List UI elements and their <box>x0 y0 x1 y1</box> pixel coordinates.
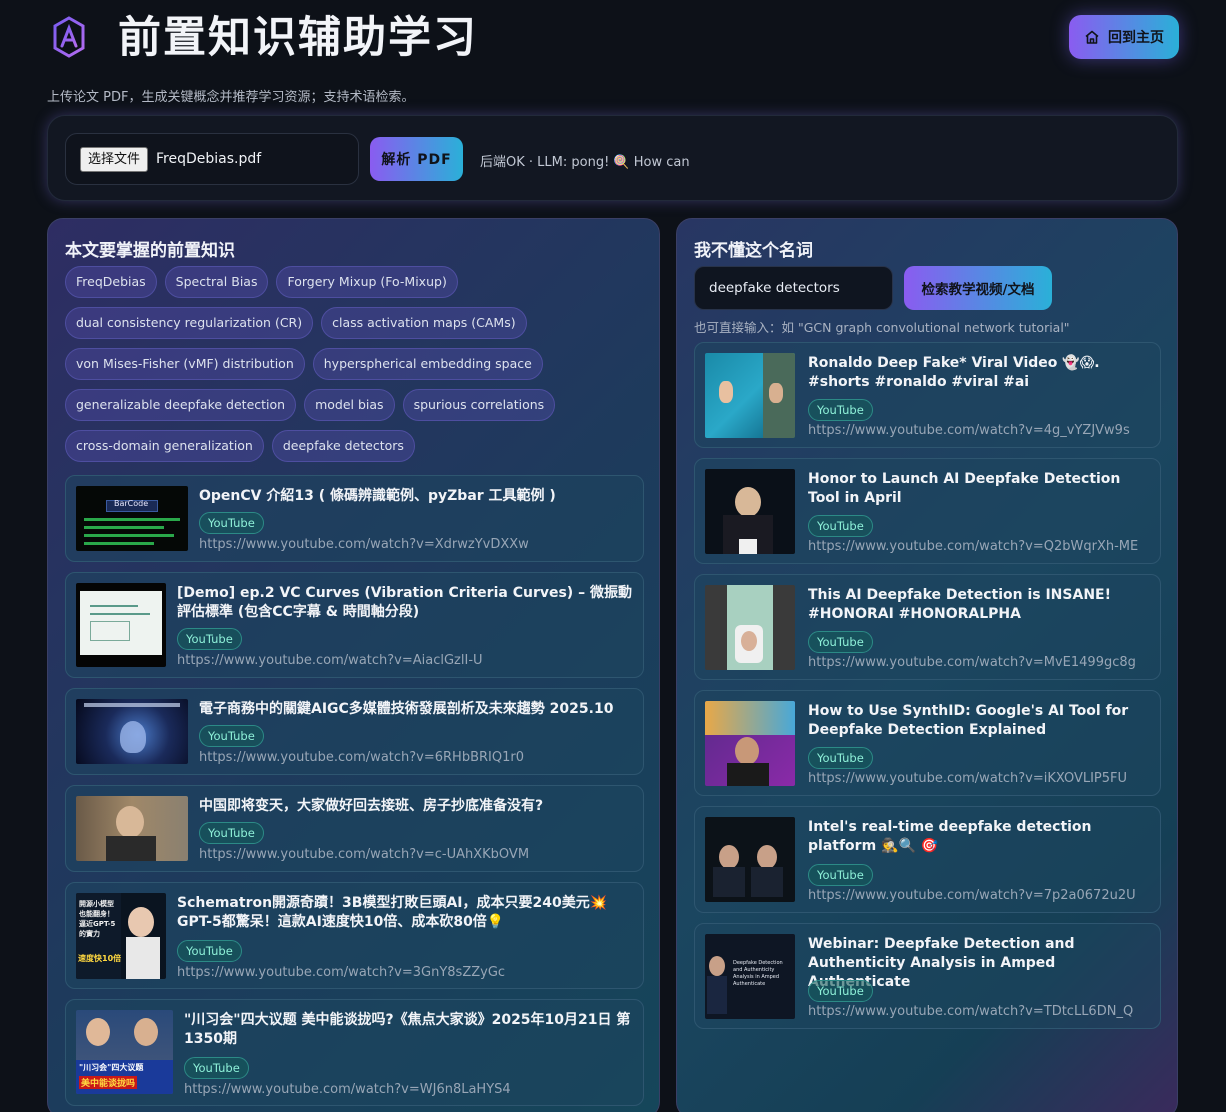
video-thumbnail <box>76 796 188 861</box>
video-thumbnail <box>705 701 795 786</box>
video-url[interactable]: https://www.youtube.com/watch?v=Q2bWqrXh… <box>808 539 1138 554</box>
upload-panel: 选择文件 FreqDebias.pdf 解析 PDF 后端OK · LLM: p… <box>47 115 1178 201</box>
concept-chip[interactable]: FreqDebias <box>65 266 157 298</box>
video-result-card[interactable]: Intel's real-time deepfake detection pla… <box>694 806 1161 913</box>
file-name: FreqDebias.pdf <box>156 151 262 167</box>
concept-chip[interactable]: deepfake detectors <box>271 430 415 462</box>
concept-chip[interactable]: generalizable deepfake detection <box>65 389 297 421</box>
thumbnail-text: 美中能谈拢吗 <box>79 1076 138 1089</box>
source-tag: YouTube <box>199 725 264 747</box>
term-search-title: 我不懂这个名词 <box>694 241 813 261</box>
video-thumbnail <box>705 469 795 554</box>
video-url[interactable]: https://www.youtube.com/watch?v=MvE1499g… <box>808 655 1136 670</box>
video-url[interactable]: https://www.youtube.com/watch?v=c-UAhXKb… <box>199 847 529 862</box>
page-title: 前置知识辅助学习 <box>118 13 478 63</box>
source-tag: YouTube <box>184 1057 249 1079</box>
source-tag: YouTube <box>199 512 264 534</box>
video-title[interactable]: How to Use SynthID: Google's AI Tool for… <box>808 702 1152 740</box>
concept-chip[interactable]: hyperspherical embedding space <box>312 348 543 380</box>
term-search-panel: 我不懂这个名词 检索教学视频/文档 也可直接输入：如 "GCN graph co… <box>676 218 1178 1112</box>
video-url[interactable]: https://www.youtube.com/watch?v=AiaclGzl… <box>177 653 483 668</box>
video-title[interactable]: Schematron開源奇蹟！3B模型打敗巨頭AI，成本只要240美元💥GPT-… <box>177 894 635 932</box>
page-subtitle: 上传论文 PDF，生成关键概念并推荐学习资源；支持术语检索。 <box>47 90 415 105</box>
concept-chip[interactable]: dual consistency regularization (CR) <box>65 307 314 339</box>
home-button[interactable]: 回到主页 <box>1069 15 1179 59</box>
concept-chip[interactable]: cross-domain generalization <box>65 430 264 462</box>
video-result-card[interactable]: Ronaldo Deep Fake* Viral Video 👻😱. #shor… <box>694 342 1161 448</box>
source-tag: YouTube <box>808 747 873 769</box>
concept-chip-list: FreqDebias Spectral Bias Forgery Mixup (… <box>65 266 650 462</box>
video-thumbnail <box>705 353 795 438</box>
thumbnail-text: 開源小模型也能翻身！逼近GPT-5的實力 <box>79 900 116 938</box>
video-result-card[interactable]: Deepfake Detection and Authenticity Anal… <box>694 923 1161 1029</box>
source-tag: YouTube <box>808 631 873 653</box>
video-title[interactable]: Intel's real-time deepfake detection pla… <box>808 818 1152 856</box>
source-tag: YouTube <box>808 864 873 886</box>
video-url[interactable]: https://www.youtube.com/watch?v=iKXOVLIP… <box>808 771 1127 786</box>
source-tag: YouTube <box>808 515 873 537</box>
concept-chip[interactable]: model bias <box>304 389 395 421</box>
header: 前置知识辅助学习 回到主页 上传论文 PDF，生成关键概念并推荐学习资源；支持术… <box>0 0 1226 110</box>
video-url[interactable]: https://www.youtube.com/watch?v=XdrwzYvD… <box>199 537 529 552</box>
video-result-card[interactable]: How to Use SynthID: Google's AI Tool for… <box>694 690 1161 796</box>
video-thumbnail <box>76 699 188 764</box>
choose-file-button[interactable]: 选择文件 <box>80 147 149 172</box>
thumbnail-text: "川习会"四大议题 <box>79 1063 144 1072</box>
video-result-card[interactable]: 中国即将变天，大家做好回去接班、房子抄底准备没有? YouTube https:… <box>65 785 644 872</box>
thumbnail-text: 速度快10倍 <box>78 954 122 963</box>
concept-chip[interactable]: class activation maps (CAMs) <box>321 307 527 339</box>
video-thumbnail: 開源小模型也能翻身！逼近GPT-5的實力 速度快10倍 <box>76 893 166 979</box>
video-title[interactable]: OpenCV 介紹13 ( 條碼辨識範例、pyZbar 工具範例 ) <box>199 487 635 506</box>
video-result-card[interactable]: [Demo] ep.2 VC Curves (Vibration Criteri… <box>65 572 644 678</box>
source-tag: YouTube <box>808 399 873 421</box>
video-thumbnail <box>76 583 166 667</box>
search-hint: 也可直接输入：如 "GCN graph convolutional networ… <box>694 320 1070 335</box>
video-thumbnail <box>705 817 795 902</box>
video-title[interactable]: "川习会"四大议题 美中能谈拢吗?《焦点大家谈》2025年10月21日 第135… <box>184 1011 635 1049</box>
video-url[interactable]: https://www.youtube.com/watch?v=7p2a0672… <box>808 888 1136 903</box>
video-title[interactable]: [Demo] ep.2 VC Curves (Vibration Criteri… <box>177 584 635 622</box>
video-title[interactable]: Honor to Launch AI Deepfake Detection To… <box>808 470 1152 508</box>
video-thumbnail: Deepfake Detection and Authenticity Anal… <box>705 934 795 1019</box>
source-tag: YouTube <box>177 940 242 962</box>
video-title[interactable]: Ronaldo Deep Fake* Viral Video 👻😱. #shor… <box>808 354 1152 392</box>
source-tag: YouTube <box>199 822 264 844</box>
video-url[interactable]: https://www.youtube.com/watch?v=TDtcLL6D… <box>808 1004 1133 1019</box>
logo-icon <box>53 16 85 58</box>
video-result-card[interactable]: 開源小模型也能翻身！逼近GPT-5的實力 速度快10倍 Schematron開源… <box>65 882 644 989</box>
video-result-card[interactable]: "川习会"四大议题 美中能谈拢吗 "川习会"四大议题 美中能谈拢吗?《焦点大家谈… <box>65 999 644 1106</box>
concept-chip[interactable]: Forgery Mixup (Fo-Mixup) <box>276 266 458 298</box>
search-videos-button[interactable]: 检索教学视频/文档 <box>904 266 1052 310</box>
source-tag: YouTube <box>177 628 242 650</box>
concept-chip[interactable]: von Mises-Fisher (vMF) distribution <box>65 348 305 380</box>
video-thumbnail: BarCode <box>76 486 188 551</box>
video-url[interactable]: https://www.youtube.com/watch?v=WJ6n8LaH… <box>184 1082 511 1097</box>
thumbnail-text: Deepfake Detection and Authenticity Anal… <box>733 960 783 987</box>
video-title[interactable]: This AI Deepfake Detection is INSANE! #H… <box>808 586 1152 624</box>
video-thumbnail <box>705 585 795 670</box>
thumbnail-text: BarCode <box>114 499 149 508</box>
concept-chip[interactable]: Spectral Bias <box>164 266 269 298</box>
file-input[interactable]: 选择文件 FreqDebias.pdf <box>65 133 359 185</box>
video-title[interactable]: 中国即将变天，大家做好回去接班、房子抄底准备没有? <box>199 797 635 816</box>
source-tag: YouTube <box>808 980 873 1002</box>
home-icon <box>1085 30 1099 44</box>
video-result-card[interactable]: This AI Deepfake Detection is INSANE! #H… <box>694 574 1161 680</box>
parse-pdf-button[interactable]: 解析 PDF <box>370 137 463 181</box>
video-result-card[interactable]: 電子商務中的關鍵AIGC多媒體技術發展剖析及未來趨勢 2025.10 YouTu… <box>65 688 644 775</box>
prerequisite-title: 本文要掌握的前置知识 <box>65 241 235 261</box>
video-url[interactable]: https://www.youtube.com/watch?v=4g_vYZJV… <box>808 423 1130 438</box>
video-result-card[interactable]: BarCode OpenCV 介紹13 ( 條碼辨識範例、pyZbar 工具範例… <box>65 475 644 562</box>
video-url[interactable]: https://www.youtube.com/watch?v=6RHbBRIQ… <box>199 750 524 765</box>
prerequisite-panel: 本文要掌握的前置知识 FreqDebias Spectral Bias Forg… <box>47 218 660 1112</box>
concept-chip[interactable]: spurious correlations <box>402 389 556 421</box>
term-search-input[interactable] <box>694 266 893 310</box>
video-title[interactable]: 電子商務中的關鍵AIGC多媒體技術發展剖析及未來趨勢 2025.10 <box>199 700 635 719</box>
video-url[interactable]: https://www.youtube.com/watch?v=3GnY8sZZ… <box>177 965 505 980</box>
video-thumbnail: "川习会"四大议题 美中能谈拢吗 <box>76 1010 173 1094</box>
video-result-card[interactable]: Honor to Launch AI Deepfake Detection To… <box>694 458 1161 564</box>
backend-status: 后端OK · LLM: pong! 🍭 How can <box>480 155 690 170</box>
home-button-label: 回到主页 <box>1108 30 1164 46</box>
